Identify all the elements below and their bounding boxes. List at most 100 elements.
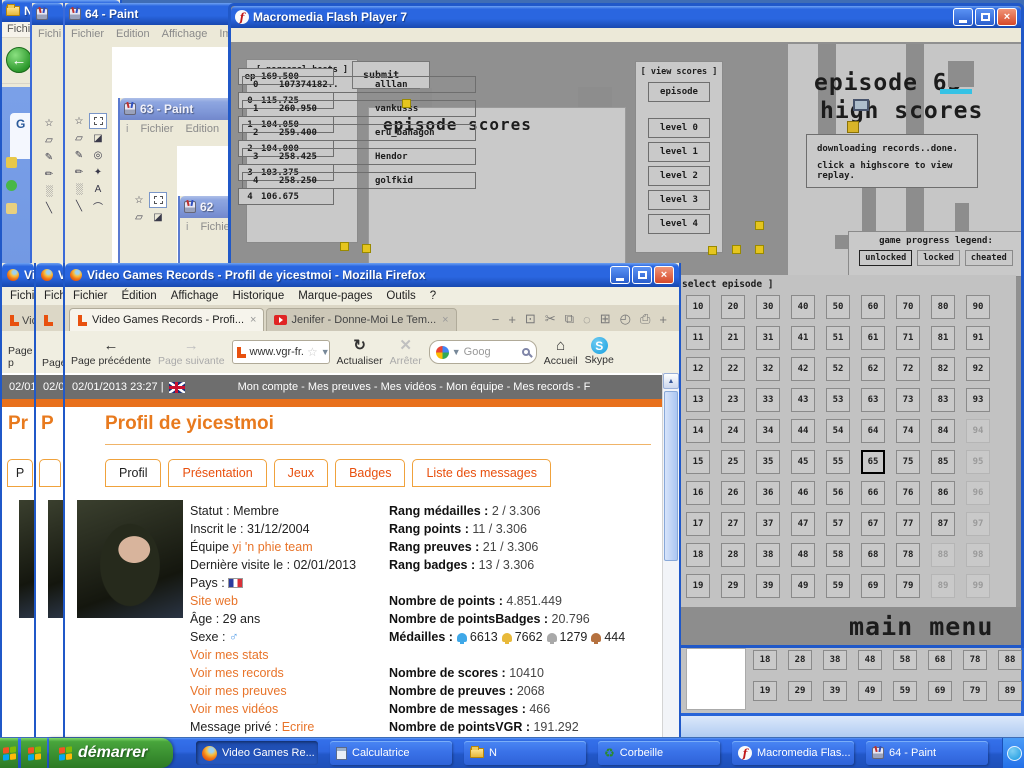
- highscore-row[interactable]: 1260.950vankusss: [242, 100, 476, 117]
- new-window-icon[interactable]: ⊞: [600, 311, 611, 327]
- curve-tool-icon[interactable]: ⌒: [89, 198, 107, 214]
- episode-button[interactable]: 82: [931, 357, 955, 381]
- episode-button[interactable]: 69: [928, 681, 952, 701]
- level-button[interactable]: level 0: [648, 118, 710, 138]
- episode-button[interactable]: 51: [826, 326, 850, 350]
- taskpane-folder-icon[interactable]: [6, 157, 17, 168]
- episode-button[interactable]: 53: [826, 388, 850, 412]
- episode-button[interactable]: 59: [893, 681, 917, 701]
- episode-button[interactable]: 25: [721, 450, 745, 474]
- episode-button[interactable]: 80: [931, 295, 955, 319]
- url-bar[interactable]: www.vgr-fr. ☆ ▼: [232, 340, 330, 364]
- episode-button[interactable]: 65: [861, 450, 885, 474]
- paint-menu-item[interactable]: Edition: [116, 28, 150, 40]
- print-icon[interactable]: ⎙: [640, 311, 650, 327]
- episode-button[interactable]: 94: [966, 419, 990, 443]
- uk-flag-icon[interactable]: [169, 382, 185, 393]
- episode-button[interactable]: 29: [788, 681, 812, 701]
- flash-titlebar[interactable]: Macromedia Flash Player 7 ×: [231, 6, 1021, 28]
- episode-button[interactable]: 27: [721, 512, 745, 536]
- episode-button[interactable]: 49: [791, 574, 815, 598]
- firefox-titlebar[interactable]: V: [36, 263, 63, 287]
- episode-button[interactable]: 91: [966, 326, 990, 350]
- episode-button[interactable]: 19: [686, 574, 710, 598]
- paste-icon[interactable]: ⊡: [525, 311, 536, 327]
- paint-menu-item[interactable]: Edition: [185, 123, 219, 135]
- start-button-fragment[interactable]: [21, 738, 47, 768]
- search-icon[interactable]: [522, 348, 530, 356]
- paint-menu-item[interactable]: Fichi: [38, 28, 61, 40]
- episode-button[interactable]: 12: [686, 357, 710, 381]
- magnifier-tool-icon[interactable]: ◎: [89, 147, 107, 163]
- episode-button[interactable]: 95: [966, 450, 990, 474]
- highscore-row[interactable]: 2259.400eru_bahagon: [242, 124, 476, 141]
- episode-button[interactable]: 58: [893, 650, 917, 670]
- episode-button[interactable]: 13: [686, 388, 710, 412]
- close-button[interactable]: ×: [997, 8, 1017, 26]
- firefox-titlebar[interactable]: Vi: [2, 263, 34, 287]
- episode-button[interactable]: 81: [931, 326, 955, 350]
- episode-button[interactable]: 36: [756, 481, 780, 505]
- episode-button[interactable]: 72: [896, 357, 920, 381]
- episode-button[interactable]: 75: [896, 450, 920, 474]
- episode-button[interactable]: 42: [791, 357, 815, 381]
- episode-button[interactable]: 43: [791, 388, 815, 412]
- episode-button[interactable]: 85: [931, 450, 955, 474]
- taskbar-item[interactable]: Video Games Re...: [196, 741, 318, 765]
- taskbar-item[interactable]: Calculatrice: [330, 741, 452, 765]
- episode-button[interactable]: 48: [858, 650, 882, 670]
- firefox-menu-item[interactable]: Fichier: [73, 290, 108, 302]
- main-menu-button[interactable]: main menu: [849, 612, 993, 641]
- tab-close-icon[interactable]: ×: [442, 314, 448, 326]
- skype-button[interactable]: S Skype: [585, 337, 614, 367]
- episode-button[interactable]: 37: [756, 512, 780, 536]
- episode-button[interactable]: 38: [756, 543, 780, 567]
- site-topnav[interactable]: Mon compte - Mes preuves - Mes vidéos - …: [238, 381, 591, 393]
- color-picker-tool-icon[interactable]: ✎: [40, 149, 58, 165]
- episode-button[interactable]: 11: [686, 326, 710, 350]
- taskbar-item[interactable]: ♻Corbeille: [598, 741, 720, 765]
- text-tool-icon[interactable]: A: [89, 181, 107, 197]
- back-button[interactable]: ←: [6, 47, 32, 73]
- forward-button[interactable]: → Page suivante: [158, 337, 225, 368]
- episode-button[interactable]: 66: [861, 481, 885, 505]
- episode-button[interactable]: 67: [861, 512, 885, 536]
- episode-button[interactable]: 90: [966, 295, 990, 319]
- episode-button[interactable]: 68: [928, 650, 952, 670]
- episode-button[interactable]: 88: [998, 650, 1022, 670]
- url-dropdown-icon[interactable]: ▼: [321, 347, 330, 357]
- episode-button[interactable]: 87: [931, 512, 955, 536]
- episode-button[interactable]: 26: [721, 481, 745, 505]
- minimize-button[interactable]: [610, 266, 630, 284]
- airbrush-tool-icon[interactable]: ░: [70, 181, 88, 197]
- freeform-select-tool-icon[interactable]: ☆: [130, 192, 148, 208]
- taskbar-item[interactable]: N: [464, 741, 586, 765]
- profile-link[interactable]: Voir mes vidéos: [190, 702, 278, 716]
- episode-button[interactable]: 40: [791, 295, 815, 319]
- episode-button[interactable]: 54: [826, 419, 850, 443]
- episode-button[interactable]: 39: [823, 681, 847, 701]
- episode-button[interactable]: 70: [896, 295, 920, 319]
- level-button[interactable]: level 1: [648, 142, 710, 162]
- scrollbar[interactable]: ▲: [662, 373, 679, 737]
- bookmark-star-icon[interactable]: ☆: [307, 345, 318, 359]
- episode-button[interactable]: 96: [966, 481, 990, 505]
- profile-tab-badges[interactable]: Badges: [335, 459, 405, 487]
- episode-button[interactable]: 55: [826, 450, 850, 474]
- episode-button[interactable]: 48: [791, 543, 815, 567]
- color-picker-tool-icon[interactable]: ✎: [70, 147, 88, 163]
- select-tool-icon[interactable]: [149, 192, 167, 208]
- episode-button[interactable]: 61: [861, 326, 885, 350]
- back-button[interactable]: ← Page précédente: [71, 337, 151, 368]
- episode-button[interactable]: 47: [791, 512, 815, 536]
- browser-tab[interactable]: Jenifer - Donne-Moi Le Tem...×: [266, 308, 456, 331]
- paint-menubar[interactable]: Fichi: [32, 25, 63, 42]
- episode-button[interactable]: 56: [826, 481, 850, 505]
- profile-link[interactable]: Ecrire: [282, 720, 315, 734]
- home-button[interactable]: ⌂ Accueil: [544, 337, 578, 368]
- episode-button[interactable]: 34: [756, 419, 780, 443]
- pencil-tool-icon[interactable]: ✏: [70, 164, 88, 180]
- profile-tab-liste-des-messages[interactable]: Liste des messages: [412, 459, 550, 487]
- episode-button[interactable]: 84: [931, 419, 955, 443]
- episode-button[interactable]: 10: [686, 295, 710, 319]
